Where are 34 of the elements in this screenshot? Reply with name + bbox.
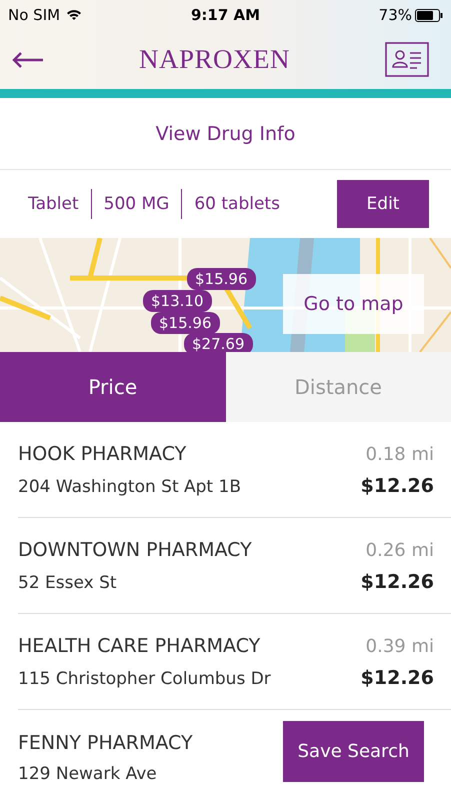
price-label: $12.26 (360, 666, 434, 688)
price-label: $12.26 (360, 570, 434, 592)
edit-button[interactable]: Edit (337, 180, 429, 228)
pharmacy-address: 115 Christopher Columbus Dr (18, 668, 271, 688)
price-pin[interactable]: $27.69 (184, 333, 252, 352)
back-arrow-icon[interactable] (12, 50, 44, 68)
pharmacy-name: HOOK PHARMACY (18, 442, 186, 464)
save-search-button[interactable]: Save Search (283, 721, 424, 782)
price-label: $12.26 (360, 474, 434, 496)
pharmacy-name: FENNY PHARMACY (18, 732, 193, 754)
price-pin[interactable]: $13.10 (143, 290, 212, 312)
pharmacy-name: DOWNTOWN PHARMACY (18, 538, 252, 560)
screen-title: NAPROXEN (138, 44, 290, 75)
battery-icon (415, 8, 443, 22)
carrier-label: No SIM (8, 6, 60, 24)
go-to-map-button[interactable]: Go to map (283, 274, 424, 334)
profile-card-icon[interactable] (384, 42, 429, 77)
distance-label: 0.39 mi (366, 636, 434, 656)
pharmacy-address: 52 Essex St (18, 572, 117, 592)
dosage-option[interactable]: 500 MG (92, 194, 182, 214)
pharmacy-address: 129 Newark Ave (18, 764, 157, 784)
price-pin[interactable]: $15.96 (151, 312, 220, 334)
dosage-option[interactable]: 60 tablets (182, 194, 292, 214)
clock-time: 9:17 AM (190, 6, 260, 24)
price-pin[interactable]: $15.96 (187, 268, 256, 290)
distance-label: 0.18 mi (366, 444, 434, 464)
sort-tab[interactable]: Price (0, 352, 226, 422)
dosage-option[interactable]: Tablet (16, 194, 91, 214)
pharmacy-address: 204 Washington St Apt 1B (18, 476, 241, 496)
battery-percent: 73% (378, 6, 412, 24)
drug-info-link[interactable]: View Drug Info (156, 122, 296, 144)
pharmacy-name: HEALTH CARE PHARMACY (18, 634, 260, 656)
distance-label: 0.26 mi (366, 540, 434, 560)
wifi-icon (66, 9, 82, 21)
